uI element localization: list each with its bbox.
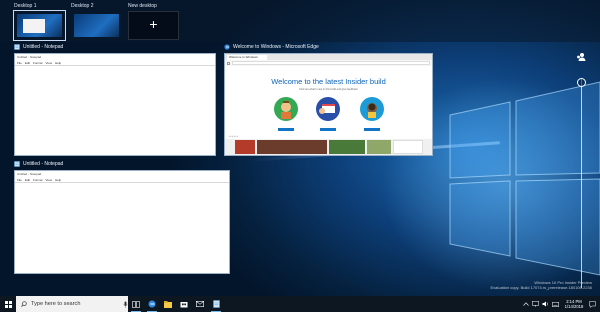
- notepad-icon: [212, 300, 220, 308]
- menu-edit[interactable]: Edit: [25, 178, 30, 182]
- notepad-2-content[interactable]: Untitled - Notepad File Edit Format View…: [14, 170, 230, 274]
- menu-file[interactable]: File: [17, 61, 22, 65]
- window-title-text: Untitled - Notepad: [23, 44, 64, 50]
- desktop-2-label: Desktop 2: [71, 3, 94, 9]
- feature-button-2[interactable]: [320, 128, 336, 131]
- feature-illustration-1: [274, 97, 298, 121]
- menu-view[interactable]: View: [46, 178, 52, 182]
- feature-illustration-2: [316, 97, 340, 121]
- menu-help[interactable]: Help: [55, 178, 61, 182]
- chevron-up-icon[interactable]: [522, 301, 529, 308]
- search-icon: [21, 301, 27, 307]
- volume-icon[interactable]: [542, 301, 549, 308]
- clock-date: 1/14/2018: [564, 304, 584, 309]
- window-title-notepad-1: Untitled - Notepad: [14, 43, 63, 51]
- build-watermark: Windows 10 Pro Insider Preview Evaluatio…: [490, 280, 592, 290]
- notepad-1-inner-title: Untitled - Notepad: [17, 55, 42, 59]
- menu-format[interactable]: Format: [33, 61, 43, 65]
- menu-format[interactable]: Format: [33, 178, 43, 182]
- feature-illustration-3: [360, 97, 384, 121]
- notepad-icon: [14, 44, 20, 50]
- edge-icon: [224, 44, 230, 50]
- edge-subtitle: Find out what's new in this build and gi…: [299, 88, 358, 91]
- timeline-scrollbar[interactable]: [581, 78, 582, 288]
- notepad-2-text-area[interactable]: [15, 182, 229, 183]
- keyboard-icon[interactable]: [552, 301, 559, 308]
- menu-help[interactable]: Help: [55, 61, 61, 65]
- notepad-2-inner-title: Untitled - Notepad: [17, 172, 42, 176]
- file-explorer-icon: [164, 300, 172, 308]
- taskbar-file-explorer[interactable]: [160, 296, 176, 312]
- window-title-text: Untitled - Notepad: [23, 161, 64, 167]
- edge-headline: Welcome to the latest Insider build: [271, 77, 386, 86]
- window-notepad-2[interactable]: Untitled - Notepad Untitled - Notepad Fi…: [14, 160, 230, 274]
- menu-view[interactable]: View: [46, 61, 52, 65]
- window-title-edge: Welcome to Windows - Microsoft Edge: [224, 43, 319, 51]
- taskbar-notepad[interactable]: [208, 296, 224, 312]
- system-tray: 2:14 PM 1/14/2018: [522, 296, 600, 312]
- notepad-1-content[interactable]: Untitled - Notepad File Edit Format View…: [14, 53, 216, 156]
- new-desktop-label: New desktop: [128, 3, 157, 9]
- window-edge[interactable]: Welcome to Windows - Microsoft Edge Welc…: [224, 43, 433, 156]
- edge-content[interactable]: Welcome to Windows Welcome to the latest…: [224, 53, 433, 156]
- watermark-line-2: Evaluation copy. Build 17074.rs_prerelea…: [490, 285, 592, 290]
- feature-button-1[interactable]: [278, 128, 294, 131]
- edge-news-section: ▪ ▪ ▪ ▪ ▪ ▪: [225, 134, 432, 155]
- edge-address-bar[interactable]: [232, 61, 430, 65]
- store-icon: [180, 302, 188, 308]
- notepad-icon: [14, 161, 20, 167]
- taskbar-search-box[interactable]: Type here to search: [16, 296, 128, 312]
- desktop-1-thumbnail[interactable]: [13, 10, 66, 41]
- window-title-notepad-2: Untitled - Notepad: [14, 160, 63, 168]
- network-icon[interactable]: [532, 301, 539, 308]
- taskbar-clock[interactable]: 2:14 PM 1/14/2018: [562, 299, 586, 309]
- feature-button-3[interactable]: [364, 128, 380, 131]
- window-title-text: Welcome to Windows - Microsoft Edge: [233, 44, 319, 50]
- window-notepad-1[interactable]: Untitled - Notepad Untitled - Notepad Fi…: [14, 43, 216, 156]
- edge-welcome-page: Welcome to the latest Insider build Find…: [225, 66, 432, 132]
- taskbar-mail[interactable]: [192, 296, 208, 312]
- task-view-button[interactable]: [128, 296, 144, 312]
- windows-logo-wallpaper: [449, 81, 600, 276]
- notepad-1-text-area[interactable]: [15, 65, 215, 66]
- taskbar-edge[interactable]: [144, 296, 160, 312]
- taskbar: Type here to search 2:14 PM 1/14/2018: [0, 296, 600, 312]
- desktop-2-thumbnail[interactable]: [71, 11, 122, 40]
- virtual-desktops-bar: Desktop 1 Desktop 2 New desktop +: [0, 0, 600, 42]
- plus-icon: +: [149, 16, 158, 32]
- desktop-1-label: Desktop 1: [14, 3, 37, 9]
- timeline-scroll-knob[interactable]: [577, 78, 586, 87]
- menu-file[interactable]: File: [17, 178, 22, 182]
- menu-edit[interactable]: Edit: [25, 61, 30, 65]
- start-button[interactable]: [0, 296, 16, 312]
- task-view-icon: [132, 300, 140, 308]
- taskbar-store[interactable]: [176, 296, 192, 312]
- windows-start-icon: [4, 300, 12, 308]
- search-placeholder: Type here to search: [31, 301, 81, 307]
- edge-tab[interactable]: Welcome to Windows: [227, 54, 267, 60]
- action-center-icon[interactable]: [589, 300, 596, 308]
- mail-icon: [196, 301, 204, 307]
- person-icon[interactable]: [576, 52, 586, 62]
- edge-icon: [148, 300, 156, 308]
